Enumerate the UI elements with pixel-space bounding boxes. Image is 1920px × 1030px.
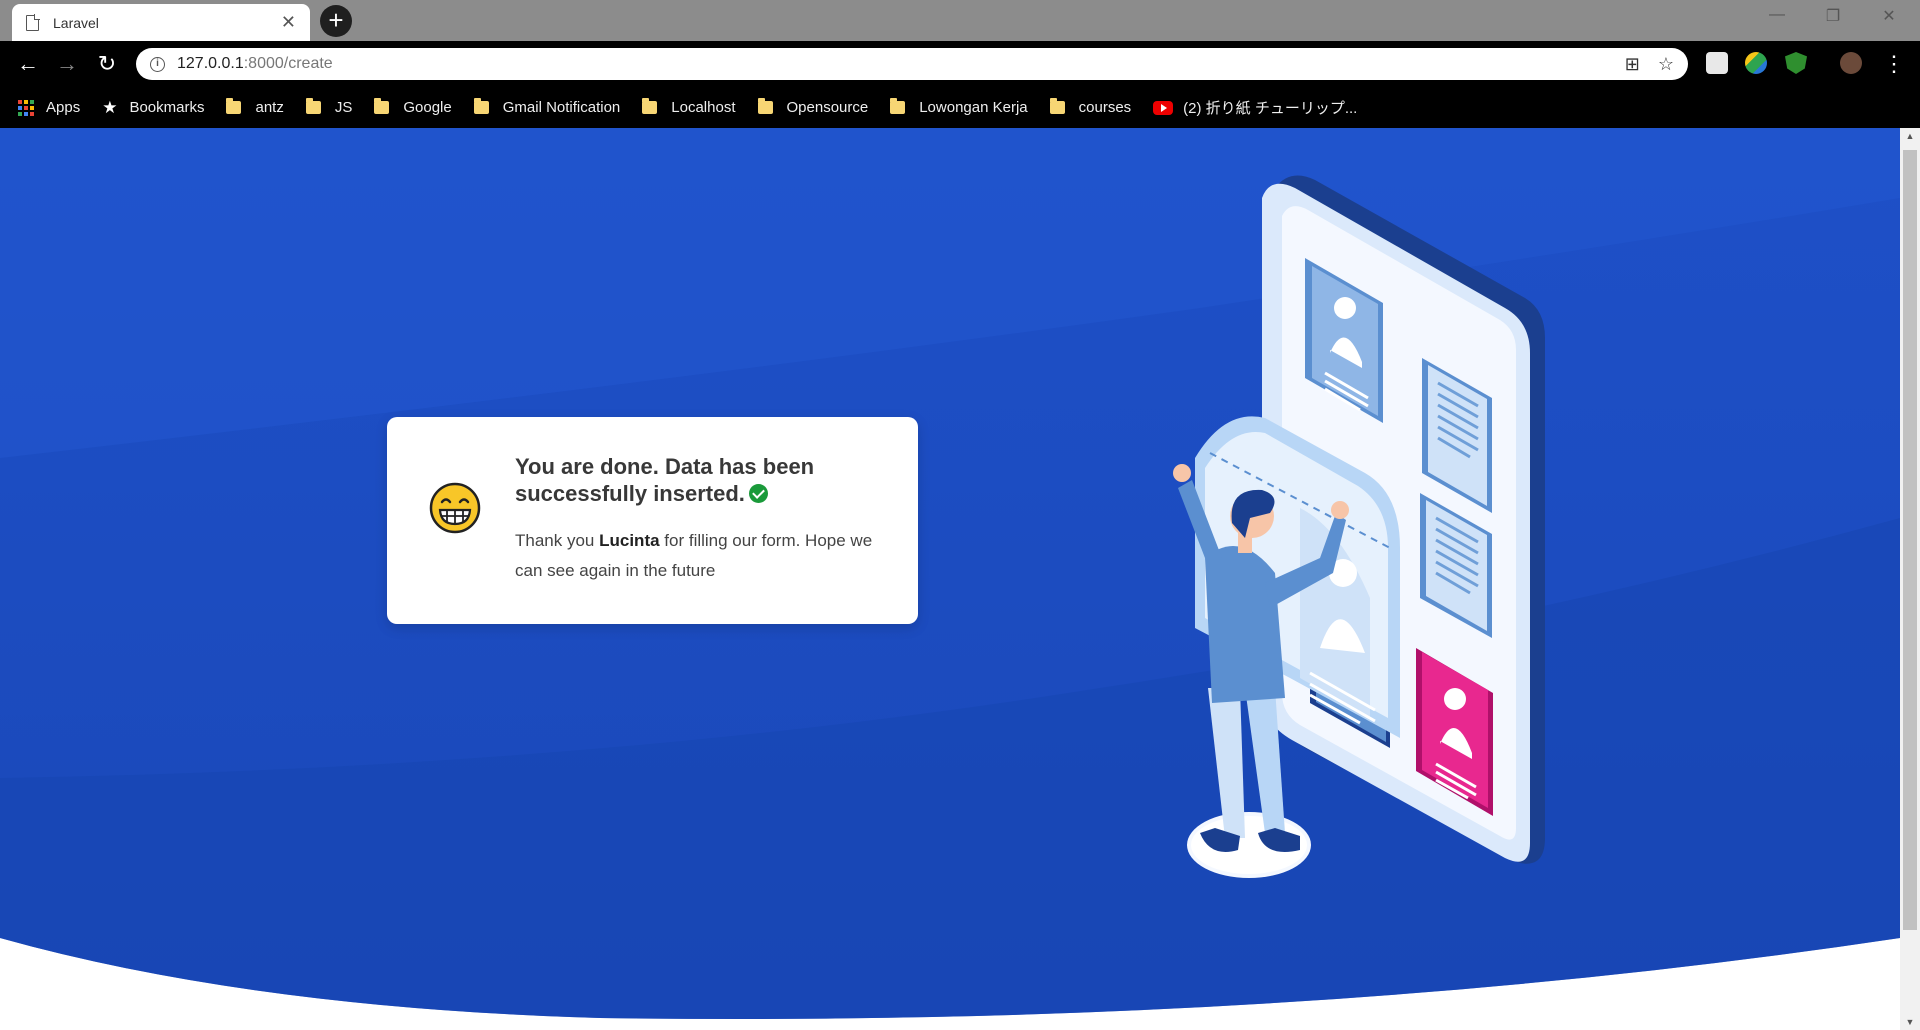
url-text[interactable]: 127.0.0.1:8000/create [177,55,1607,73]
extension-notion-icon[interactable] [1706,52,1728,74]
folder-icon [305,98,321,114]
bookmark-label: Lowongan Kerja [919,99,1028,116]
check-circle-icon [748,484,768,503]
success-card: You are done. Data has been successfully… [387,417,918,624]
success-heading: You are done. Data has been successfully… [515,454,815,506]
bookmark-label: antz [255,99,284,116]
bookmark-apps[interactable]: Apps [18,99,80,116]
profile-avatar[interactable] [1840,52,1862,74]
bookmarks-bar: Apps ★ Bookmarks antz JS Google Gmail No… [0,87,1920,128]
minimize-icon[interactable]: — [1762,6,1792,24]
tab-strip: Laravel ✕ + — ❐ ✕ [0,0,1920,41]
restore-icon[interactable]: ❐ [1818,6,1848,26]
bookmark-label: Gmail Notification [502,99,621,116]
scroll-down-icon[interactable]: ▼ [1900,1014,1920,1030]
address-bar[interactable]: i 127.0.0.1:8000/create ⊞ ☆ [136,48,1688,80]
new-tab-button[interactable]: + [320,5,352,37]
document-icon [26,13,40,31]
close-window-icon[interactable]: ✕ [1874,6,1904,26]
bookmark-folder[interactable]: Opensource [757,98,869,116]
folder-icon [642,98,658,114]
page-viewport: You are done. Data has been successfully… [0,128,1900,1030]
extension-shield-icon[interactable] [1785,52,1807,74]
bookmark-star-icon[interactable]: ☆ [1658,54,1674,75]
bookmark-folder[interactable]: antz [226,98,284,116]
vertical-scrollbar[interactable]: ▲ ▼ [1900,128,1920,1030]
bookmark-folder[interactable]: Gmail Notification [473,98,621,116]
bookmark-folder[interactable]: Localhost [642,98,736,116]
youtube-icon [1153,100,1174,115]
folder-icon [473,98,489,114]
folder-icon [374,98,390,114]
back-icon[interactable]: ← [14,50,42,78]
bookmark-label: Localhost [671,99,736,116]
bookmark-folder[interactable]: courses [1049,98,1132,116]
bookmark-folder[interactable]: Lowongan Kerja [890,98,1028,116]
bookmark-label: JS [334,99,353,116]
bookmark-label: Bookmarks [129,99,205,116]
user-name: Lucinta [599,531,660,550]
folder-icon [757,98,773,114]
scroll-up-icon[interactable]: ▲ [1900,128,1920,144]
bookmark-label: Google [403,99,452,116]
bookmark-bookmarks[interactable]: ★ Bookmarks [102,98,204,118]
browser-tab[interactable]: Laravel ✕ [12,4,310,41]
tab-title: Laravel [53,14,99,31]
thank-you-message: Thank you Lucinta for filling our form. … [515,531,873,580]
bookmark-folder[interactable]: JS [305,98,353,116]
site-info-icon[interactable]: i [150,56,165,72]
bookmark-label: courses [1078,99,1132,116]
background-illustration [0,128,1900,1019]
close-tab-icon[interactable]: ✕ [281,12,296,33]
grinning-face-icon [429,482,481,534]
folder-icon [1049,98,1065,114]
bookmark-label: (2) 折り紙 チューリップ... [1183,100,1358,117]
star-icon: ★ [102,97,118,117]
folder-icon [890,98,906,114]
apps-grid-icon [18,99,34,116]
translate-icon[interactable]: ⊞ [1625,54,1640,75]
bookmark-label: Opensource [786,99,869,116]
bookmark-label: Apps [46,99,81,116]
reload-icon[interactable]: ↻ [93,50,121,78]
folder-icon [226,98,242,114]
bookmark-folder[interactable]: Google [374,98,452,116]
browser-toolbar: ← → ↻ i 127.0.0.1:8000/create ⊞ ☆ ⋮ [0,41,1920,87]
extension-drive-icon[interactable] [1745,52,1767,74]
forward-icon[interactable]: → [53,50,81,78]
bookmark-youtube[interactable]: (2) 折り紙 チューリップ... [1153,97,1357,118]
scroll-thumb[interactable] [1903,150,1917,930]
menu-icon[interactable]: ⋮ [1880,50,1908,78]
